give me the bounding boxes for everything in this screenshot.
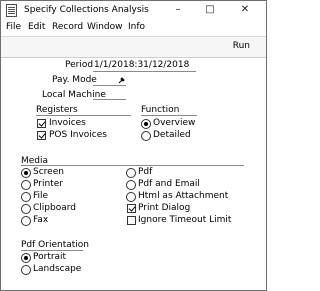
html-as-attachment-radio[interactable] bbox=[126, 192, 136, 202]
period-label: Period bbox=[65, 60, 94, 70]
menu-window[interactable]: Window bbox=[87, 22, 123, 32]
window-title: Specify Collections Analysis bbox=[24, 5, 149, 15]
minimize-icon[interactable]: – bbox=[168, 3, 188, 17]
button-bar: Run bbox=[1, 37, 266, 58]
pdf-radio[interactable] bbox=[126, 168, 136, 178]
pdf-label: Pdf bbox=[138, 167, 153, 177]
pay-mode-label: Pay. Mode bbox=[52, 75, 97, 85]
landscape-label: Landscape bbox=[33, 264, 82, 274]
ignore-timeout-limit-checkbox[interactable] bbox=[127, 216, 136, 225]
fax-radio[interactable] bbox=[21, 216, 31, 226]
detailed-label: Detailed bbox=[153, 130, 191, 140]
clipboard-label: Clipboard bbox=[33, 203, 76, 213]
invoices-checkbox[interactable] bbox=[37, 119, 46, 128]
pdf-and-email-radio[interactable] bbox=[126, 180, 136, 190]
run-button[interactable]: Run bbox=[233, 41, 250, 51]
function-heading: Function bbox=[141, 105, 180, 115]
registers-heading: Registers bbox=[36, 105, 78, 115]
print-dialog-label: Print Dialog bbox=[138, 203, 191, 213]
menu-edit[interactable]: Edit bbox=[28, 22, 45, 32]
pdf-orientation-divider bbox=[21, 250, 83, 251]
print-dialog-checkbox[interactable] bbox=[127, 204, 136, 213]
invoices-label: Invoices bbox=[49, 118, 86, 128]
menu-info[interactable]: Info bbox=[128, 22, 145, 32]
clipboard-radio[interactable] bbox=[21, 204, 31, 214]
document-icon bbox=[6, 4, 17, 17]
overview-radio[interactable] bbox=[141, 119, 151, 129]
report-window: Specify Collections Analysis – □ ✕ File … bbox=[0, 0, 267, 291]
landscape-radio[interactable] bbox=[21, 265, 31, 275]
pos-invoices-checkbox[interactable] bbox=[37, 131, 46, 140]
fax-label: Fax bbox=[33, 215, 49, 225]
html-as-attachment-label: Html as Attachment bbox=[138, 191, 229, 201]
close-icon[interactable]: ✕ bbox=[235, 3, 255, 17]
period-field[interactable]: 1/1/2018:31/12/2018 bbox=[94, 60, 189, 70]
menu-file[interactable]: File bbox=[6, 22, 21, 32]
function-divider bbox=[141, 115, 197, 116]
title-bar[interactable]: Specify Collections Analysis – □ ✕ bbox=[1, 1, 266, 20]
overview-label: Overview bbox=[153, 118, 196, 128]
file-radio[interactable] bbox=[21, 192, 31, 202]
detailed-radio[interactable] bbox=[141, 131, 151, 141]
screen-radio[interactable] bbox=[21, 168, 31, 178]
file-label: File bbox=[33, 191, 49, 201]
printer-label: Printer bbox=[33, 179, 63, 189]
period-underline bbox=[93, 71, 196, 72]
pos-invoices-label: POS Invoices bbox=[49, 130, 107, 140]
printer-radio[interactable] bbox=[21, 180, 31, 190]
menu-bar: File Edit Record Window Info bbox=[1, 20, 266, 37]
media-divider bbox=[21, 165, 244, 166]
pdf-orientation-heading: Pdf Orientation bbox=[21, 240, 89, 250]
menu-record[interactable]: Record bbox=[52, 22, 83, 32]
local-machine-underline bbox=[93, 99, 126, 100]
pay-mode-underline bbox=[93, 85, 126, 86]
screen-label: Screen bbox=[33, 167, 64, 177]
maximize-icon[interactable]: □ bbox=[200, 3, 220, 17]
portrait-radio[interactable] bbox=[21, 253, 31, 263]
registers-divider bbox=[36, 115, 131, 116]
paste-special-icon[interactable] bbox=[118, 77, 125, 84]
ignore-timeout-limit-label: Ignore Timeout Limit bbox=[138, 215, 232, 225]
portrait-label: Portrait bbox=[33, 252, 67, 262]
pdf-and-email-label: Pdf and Email bbox=[138, 179, 200, 189]
